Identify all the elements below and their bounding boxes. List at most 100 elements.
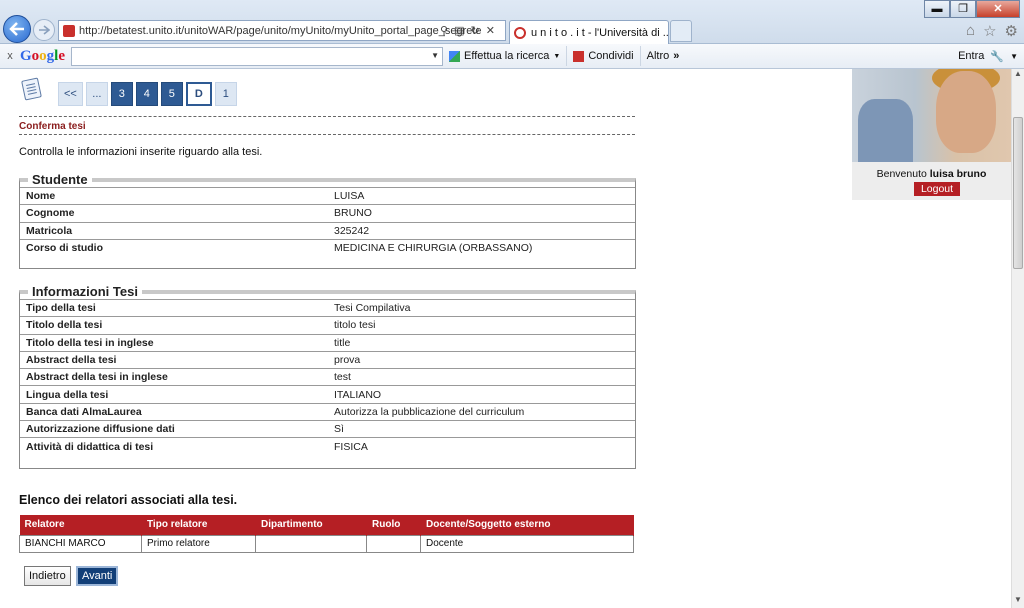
divider <box>19 116 635 117</box>
info-row: Autorizzazione diffusione dati Sì <box>20 420 635 437</box>
google-logo: Google <box>20 47 66 64</box>
new-tab-button[interactable] <box>670 20 692 42</box>
table-cell: BIANCHI MARCO <box>19 534 142 553</box>
info-row: Nome LUISA <box>20 187 635 204</box>
browser-icons: ⌂ ☆ ⚙ <box>966 22 1018 40</box>
chevron-down-icon[interactable]: ▼ <box>1010 52 1018 61</box>
step-ellipsis[interactable]: ... <box>85 82 108 106</box>
back-arrow-icon[interactable] <box>3 15 31 43</box>
info-row: Titolo della tesi titolo tesi <box>20 316 635 333</box>
info-label: Titolo della tesi <box>26 319 103 332</box>
page-scrollbar[interactable]: ▲ ▼ <box>1011 69 1024 608</box>
tab-title: u n i t o . i t - l'Università di ... <box>531 26 669 39</box>
browser-chrome: http://betatest.unito.it/unitoWAR/page/u… <box>0 0 1024 44</box>
table-cell <box>366 534 421 553</box>
info-label: Autorizzazione diffusione dati <box>26 423 175 436</box>
column-header: Relatore <box>19 515 142 535</box>
favorites-star-icon[interactable]: ☆ <box>983 22 996 40</box>
section-title: Conferma tesi <box>19 121 86 132</box>
chevron-down-icon: ▼ <box>553 52 561 60</box>
address-actions: ⚲ ▤ ↻ ✕ <box>440 21 504 40</box>
page-favicon-icon <box>63 24 75 37</box>
search-icon[interactable]: ⚲ <box>440 24 448 37</box>
more-label: Altro <box>646 50 670 62</box>
share-label: Condividi <box>588 50 634 62</box>
studente-legend: Studente <box>32 172 88 187</box>
intro-text: Controlla le informazioni inserite rigua… <box>19 146 263 158</box>
home-icon[interactable]: ⌂ <box>966 22 975 40</box>
refresh-icon[interactable]: ↻ <box>470 24 479 37</box>
table-cell: Docente <box>420 534 634 553</box>
info-value: test <box>334 371 351 384</box>
info-row: Matricola 325242 <box>20 221 635 239</box>
scroll-up-icon[interactable]: ▲ <box>1012 69 1024 82</box>
info-row: Abstract della tesi prova <box>20 350 635 368</box>
step-5[interactable]: 5 <box>160 82 183 106</box>
info-row: Lingua della tesi ITALIANO <box>20 385 635 402</box>
column-header: Docente/Soggetto esterno <box>420 515 634 535</box>
user-panel: Benvenuto luisa bruno Logout <box>852 69 1011 200</box>
tab-active[interactable]: u n i t o . i t - l'Università di ... × <box>509 20 669 44</box>
back-button[interactable]: Indietro <box>24 566 71 586</box>
column-header: Ruolo <box>366 515 421 535</box>
info-label: Cognome <box>26 207 75 220</box>
chevron-down-icon[interactable]: ▼ <box>431 51 439 60</box>
step-first[interactable]: << <box>58 82 83 106</box>
info-row: Cognome BRUNO <box>20 204 635 221</box>
scroll-down-icon[interactable]: ▼ <box>1012 595 1024 608</box>
more-button[interactable]: Altro » <box>641 46 686 66</box>
info-value: LUISA <box>334 190 365 203</box>
step-next[interactable]: 1 <box>214 82 237 106</box>
tesi-legend: Informazioni Tesi <box>32 284 138 299</box>
logout-button[interactable]: Logout <box>914 182 960 196</box>
info-value: Sì <box>334 423 344 436</box>
url-text: http://betatest.unito.it/unitoWAR/page/u… <box>79 24 482 37</box>
table-cell <box>255 534 367 553</box>
search-action-button[interactable]: Effettua la ricerca ▼ <box>443 46 568 66</box>
info-value: titolo tesi <box>334 319 376 332</box>
google-search-input[interactable]: ▼ <box>71 46 444 66</box>
relatori-title: Elenco dei relatori associati alla tesi. <box>19 493 238 507</box>
info-value: ITALIANO <box>334 388 382 401</box>
info-label: Nome <box>26 190 56 203</box>
share-button[interactable]: Condividi <box>567 46 641 66</box>
toolbar-right: Entra 🔧 ▼ <box>958 50 1024 63</box>
info-label: Attività di didattica di tesi <box>26 440 154 453</box>
column-header: Tipo relatore <box>141 515 256 535</box>
info-label: Tipo della tesi <box>26 302 96 315</box>
info-value: Tesi Compilativa <box>334 302 411 315</box>
info-row: Banca dati AlmaLaurea Autorizza la pubbli… <box>20 402 635 420</box>
page-content: << ... 3 4 5 D 1 Conferma tesi Controlla… <box>0 69 1011 608</box>
info-row: Tipo della tesi Tesi Compilativa <box>20 299 635 316</box>
relatori-table: Relatore Tipo relatore Dipartimento Ruol… <box>19 515 634 553</box>
minimize-button[interactable]: ▬ <box>924 0 950 18</box>
step-current[interactable]: D <box>185 82 212 106</box>
login-link[interactable]: Entra <box>958 50 984 62</box>
step-4[interactable]: 4 <box>135 82 158 106</box>
toolbar-close-icon[interactable]: x <box>0 50 20 62</box>
forward-arrow-icon[interactable] <box>33 19 55 41</box>
close-window-button[interactable]: ✕ <box>976 0 1020 18</box>
compat-view-icon[interactable]: ▤ <box>454 24 464 37</box>
info-value: prova <box>334 354 361 367</box>
maximize-button[interactable]: ❐ <box>950 0 976 18</box>
studente-panel: Studente Nome LUISA Cognome BRUNO Matricol… <box>19 172 636 269</box>
tools-gear-icon[interactable]: ⚙ <box>1005 22 1018 40</box>
next-button[interactable]: Avanti <box>76 566 119 586</box>
scroll-thumb[interactable] <box>1013 117 1023 269</box>
info-value: Autorizza la pubblicazione del curriculu… <box>334 405 525 418</box>
welcome-prefix: Benvenuto <box>876 168 927 180</box>
address-bar[interactable]: http://betatest.unito.it/unitoWAR/page/u… <box>58 20 506 41</box>
column-header: Dipartimento <box>255 515 367 535</box>
info-value: 325242 <box>334 224 370 237</box>
info-label: Titolo della tesi in inglese <box>26 336 154 349</box>
unito-favicon-icon <box>514 26 526 39</box>
step-3[interactable]: 3 <box>110 82 133 106</box>
table-cell: Primo relatore <box>141 534 256 553</box>
info-value: BRUNO <box>334 207 372 220</box>
info-row: Titolo della tesi in inglese title <box>20 333 635 351</box>
info-label: Abstract della tesi in inglese <box>26 371 168 384</box>
wizard-notepad-icon <box>21 77 42 101</box>
wrench-icon[interactable]: 🔧 <box>990 50 1004 63</box>
stop-icon[interactable]: ✕ <box>486 24 495 37</box>
